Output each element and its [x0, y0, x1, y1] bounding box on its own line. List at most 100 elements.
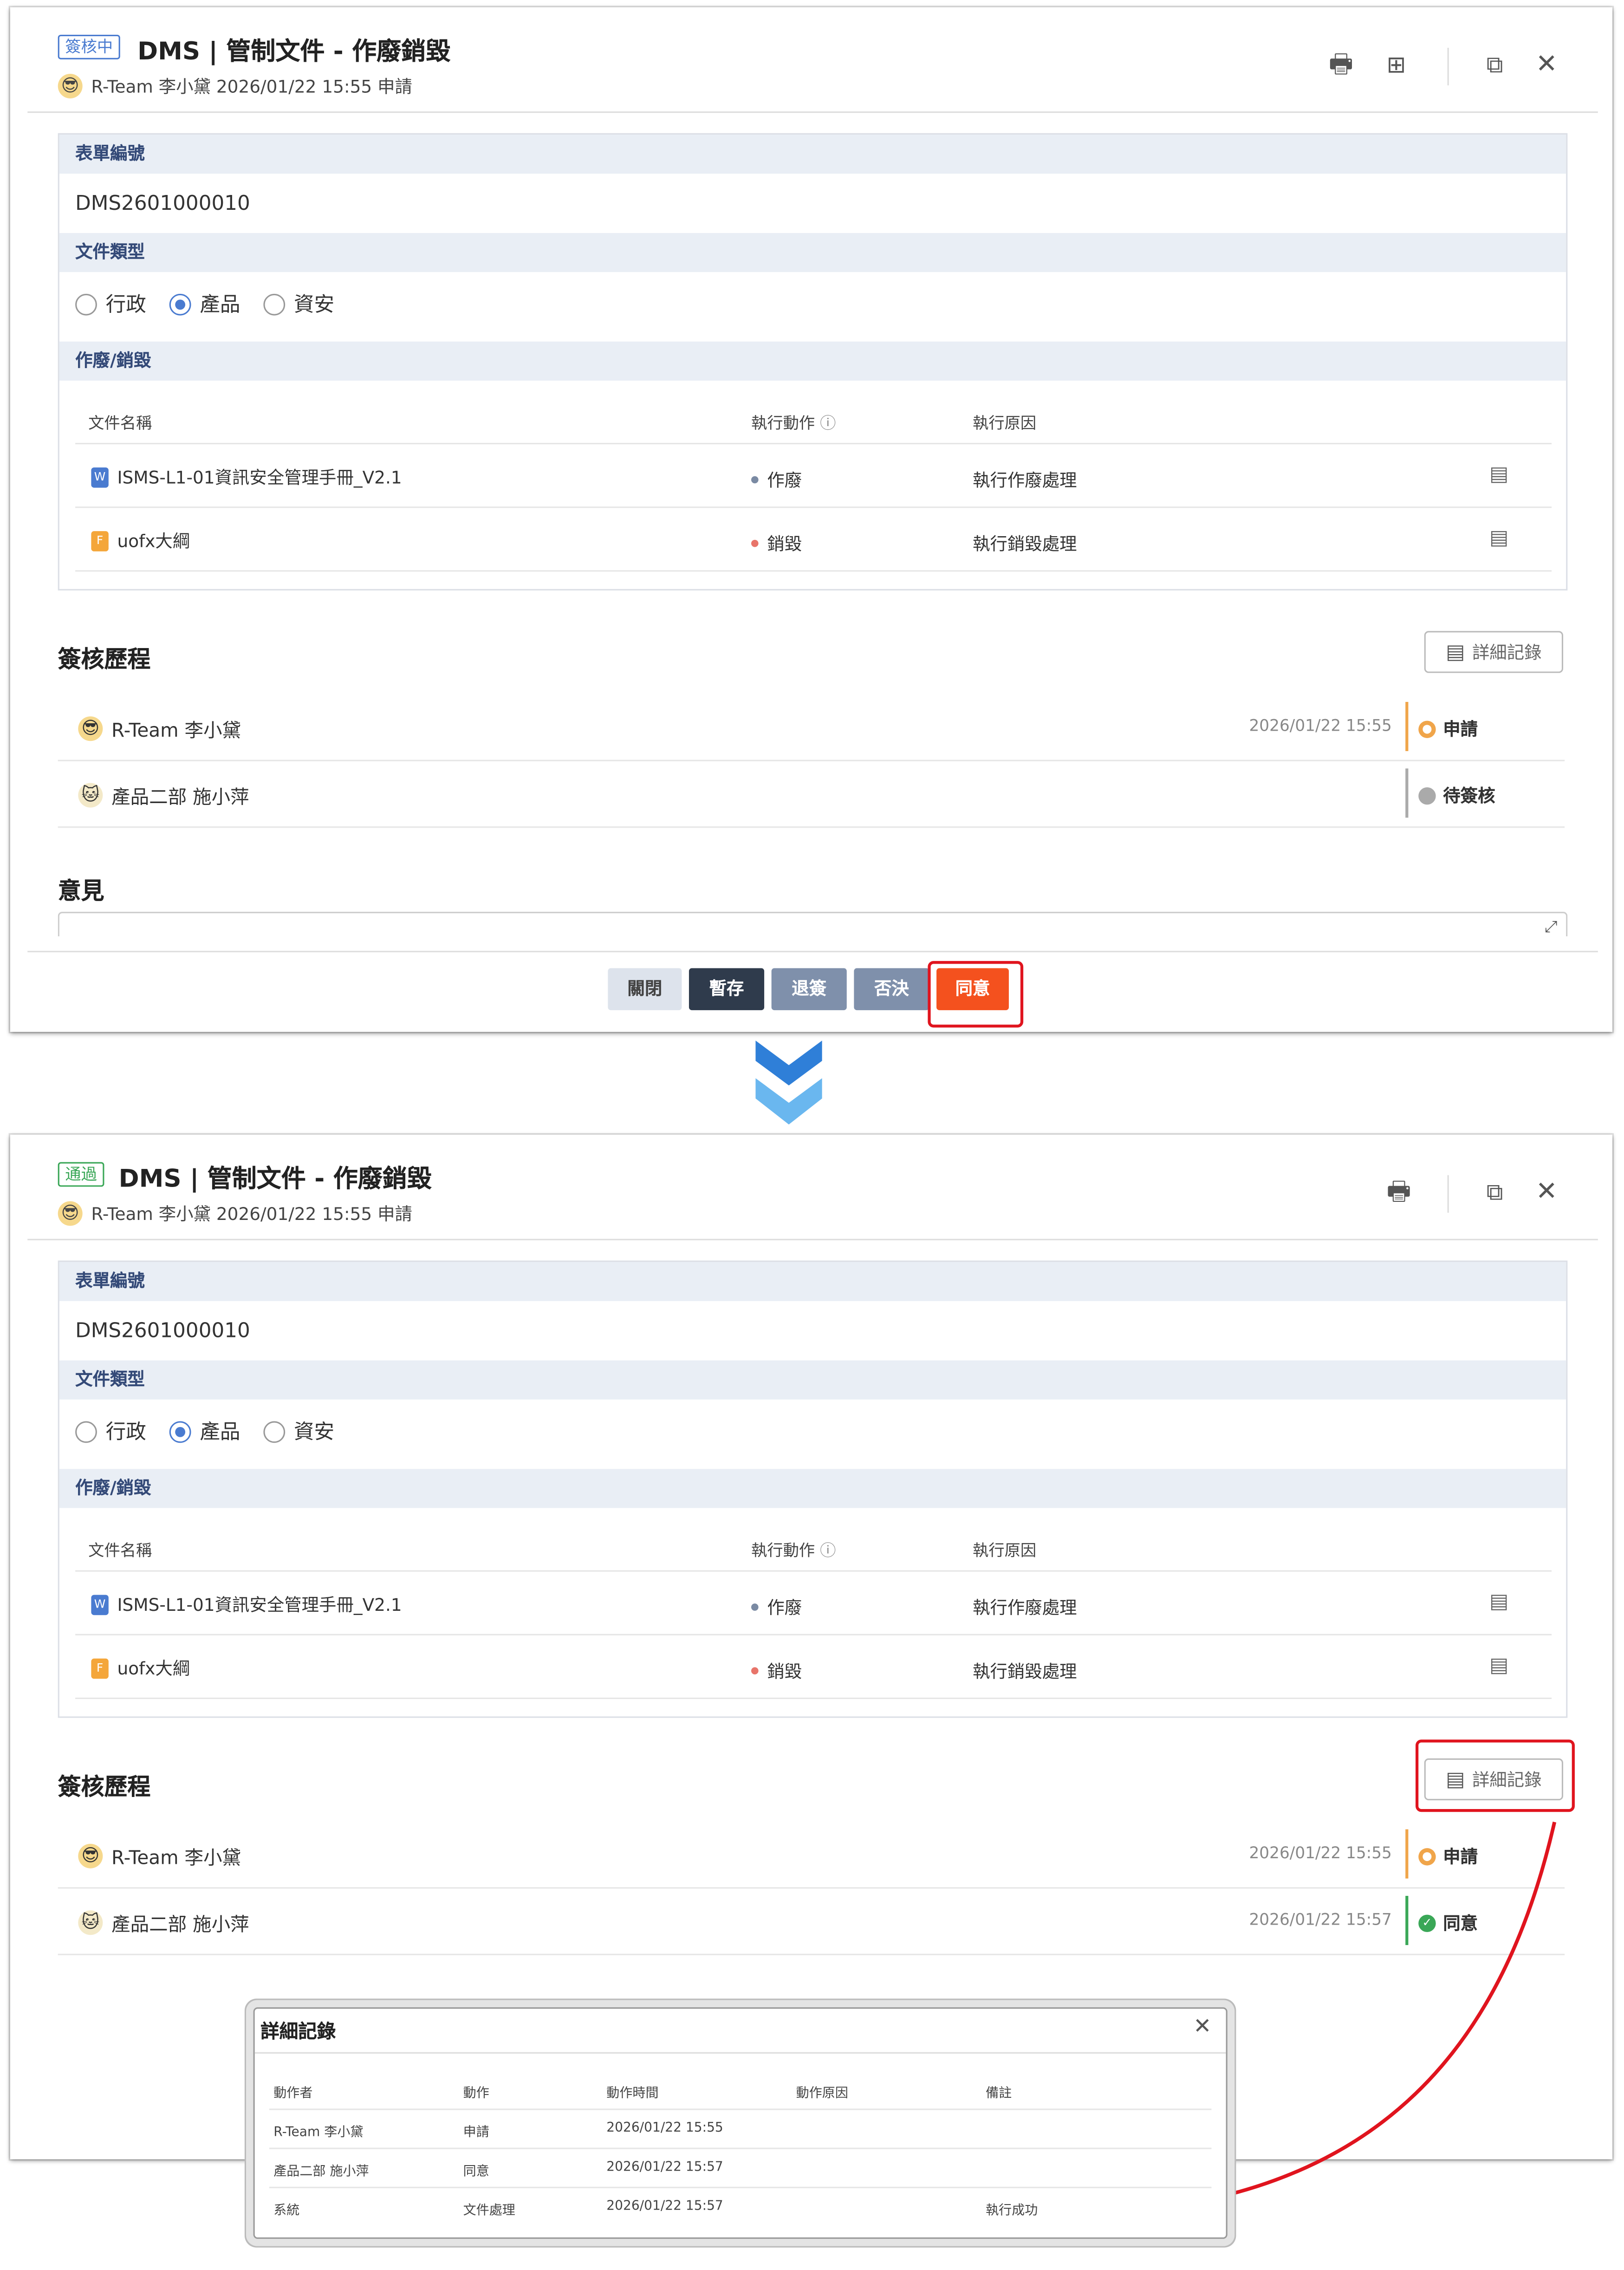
col-reason: 執行原因	[973, 414, 1037, 433]
radio-admin[interactable]	[75, 293, 97, 315]
dialog-title: DMS | 管制文件 - 作廢銷毀	[137, 38, 451, 67]
table-row: W ISMS-L1-01資訊安全管理手冊_V2.1	[91, 1592, 402, 1616]
detail-log-highlight	[1416, 1739, 1575, 1812]
details-icon[interactable]: ▤	[1489, 527, 1508, 550]
detail-log-button[interactable]: ▤ 詳細記錄	[1424, 631, 1564, 673]
status-dot	[751, 1667, 759, 1675]
action-text: 銷毀	[767, 534, 802, 555]
row-divider	[75, 442, 1552, 445]
close-icon[interactable]: ✕	[1536, 50, 1558, 79]
history-time: 2026/01/22 15:55	[1249, 716, 1392, 735]
info-icon[interactable]: ⓘ	[820, 414, 836, 433]
avatar: 😎	[58, 73, 83, 98]
doc-type-radio-group: 行政 產品 資安	[75, 1417, 334, 1446]
info-icon[interactable]: ⓘ	[820, 1541, 836, 1560]
file-icon: F	[91, 530, 109, 551]
avatar: 😎	[78, 1843, 103, 1868]
row-reason: 執行作廢處理	[973, 470, 1077, 491]
file-name[interactable]: ISMS-L1-01資訊安全管理手冊_V2.1	[117, 465, 402, 489]
applicant-icon: ●	[1418, 720, 1436, 738]
col-remark: 備註	[986, 2087, 1012, 2101]
details-icon[interactable]: ▤	[1489, 1654, 1508, 1677]
radio-product[interactable]	[169, 293, 191, 315]
radio-security[interactable]	[263, 1420, 286, 1442]
log-actor: 系統	[273, 2204, 300, 2219]
details-icon[interactable]: ▤	[1489, 1590, 1508, 1614]
return-button[interactable]: 退簽	[771, 968, 847, 1011]
radio-label: 資安	[293, 1421, 335, 1445]
col-action: 執行動作 ⓘ	[751, 414, 836, 433]
word-file-icon: W	[91, 1594, 109, 1615]
applicant-meta-text: R-Team 李小黛 2026/01/22 15:55 申請	[91, 77, 412, 97]
action-text: 銷毀	[767, 1661, 802, 1682]
flowchart-icon[interactable]: ⊞	[1387, 51, 1406, 79]
status-dot	[751, 476, 759, 484]
dialog-title: DMS | 管制文件 - 作廢銷毀	[118, 1165, 432, 1194]
approver-name: R-Team 李小黛	[111, 1848, 241, 1870]
maximize-icon[interactable]: ⧉	[1487, 1178, 1503, 1207]
status-dot	[751, 1603, 759, 1611]
file-name[interactable]: uofx大綱	[117, 528, 190, 553]
row-reason: 執行銷毀處理	[973, 534, 1077, 555]
history-row: 😎 R-Team 李小黛 2026/01/22 15:55 ● 申請	[58, 694, 1565, 761]
print-icon[interactable]: 🖶	[1387, 1177, 1411, 1207]
row-divider	[75, 570, 1552, 572]
history-action: 申請	[1443, 719, 1478, 740]
avatar: 🐱	[78, 783, 103, 808]
action-text: 作廢	[767, 470, 802, 491]
col-action-reason: 動作原因	[796, 2087, 848, 2101]
header-divider-line	[27, 1239, 1598, 1240]
approval-dialog-before: 簽核中 DMS | 管制文件 - 作廢銷毀 😎 R-Team 李小黛 2026/…	[10, 7, 1613, 1032]
log-action: 申請	[463, 2126, 489, 2140]
row-divider	[269, 2186, 1212, 2188]
expand-icon[interactable]: ⤢	[1545, 918, 1557, 938]
radio-label: 行政	[105, 1421, 146, 1445]
col-actor: 動作者	[273, 2087, 313, 2101]
status-bar	[1405, 702, 1409, 752]
approver-name: R-Team 李小黛	[111, 720, 241, 743]
approver-name: 產品二部 施小萍	[111, 787, 249, 809]
row-divider	[269, 2147, 1212, 2149]
row-action: 銷毀	[751, 1659, 802, 1683]
file-name[interactable]: ISMS-L1-01資訊安全管理手冊_V2.1	[117, 1592, 402, 1616]
detail-log-modal: 詳細記錄 ✕ 動作者 動作 動作時間 動作原因 備註 R-Team 李小黛 申請…	[253, 2007, 1228, 2239]
header-divider	[1447, 1175, 1449, 1213]
approve-highlight	[928, 961, 1024, 1028]
applicant-meta: 😎 R-Team 李小黛 2026/01/22 15:55 申請	[58, 1201, 412, 1226]
applicant-meta: 😎 R-Team 李小黛 2026/01/22 15:55 申請	[58, 73, 412, 98]
radio-product[interactable]	[169, 1420, 191, 1442]
print-icon[interactable]: 🖶	[1329, 50, 1353, 79]
radio-security[interactable]	[263, 293, 286, 315]
file-name[interactable]: uofx大綱	[117, 1656, 190, 1680]
opinion-input[interactable]: ⤢	[58, 912, 1568, 938]
details-icon[interactable]: ▤	[1489, 463, 1508, 486]
row-divider	[269, 2108, 1212, 2110]
radio-label: 資安	[293, 293, 335, 317]
radio-label: 產品	[200, 1421, 240, 1445]
close-icon[interactable]: ✕	[1193, 2013, 1211, 2039]
log-actor: 產品二部 施小萍	[273, 2165, 369, 2180]
modal-title: 詳細記錄	[260, 2022, 336, 2044]
status-badge: 簽核中	[58, 34, 120, 59]
radio-admin[interactable]	[75, 1420, 97, 1442]
col-file-name: 文件名稱	[88, 1541, 152, 1560]
col-action: 動作	[463, 2087, 489, 2101]
row-divider	[75, 1570, 1552, 1572]
col-action: 執行動作 ⓘ	[751, 1541, 836, 1560]
reject-button[interactable]: 否決	[854, 968, 929, 1011]
radio-label: 產品	[200, 293, 240, 317]
row-action: 作廢	[751, 467, 802, 492]
close-button[interactable]: 關閉	[608, 968, 682, 1011]
void-section-label: 作廢/銷毀	[59, 341, 1566, 381]
table-row: F uofx大綱	[91, 1656, 190, 1680]
close-icon[interactable]: ✕	[1536, 1177, 1558, 1207]
maximize-icon[interactable]: ⧉	[1487, 51, 1503, 79]
row-divider	[75, 506, 1552, 508]
approver-name: 產品二部 施小萍	[111, 1914, 249, 1937]
save-draft-button[interactable]: 暫存	[689, 968, 765, 1011]
form-body: 表單編號 DMS2601000010 文件類型 行政 產品 資安 作廢/銷毀 文…	[58, 133, 1568, 590]
col-file-name: 文件名稱	[88, 414, 152, 433]
avatar: 😎	[58, 1201, 83, 1226]
header-divider-line	[27, 111, 1598, 113]
document-icon: ▤	[1446, 640, 1465, 664]
